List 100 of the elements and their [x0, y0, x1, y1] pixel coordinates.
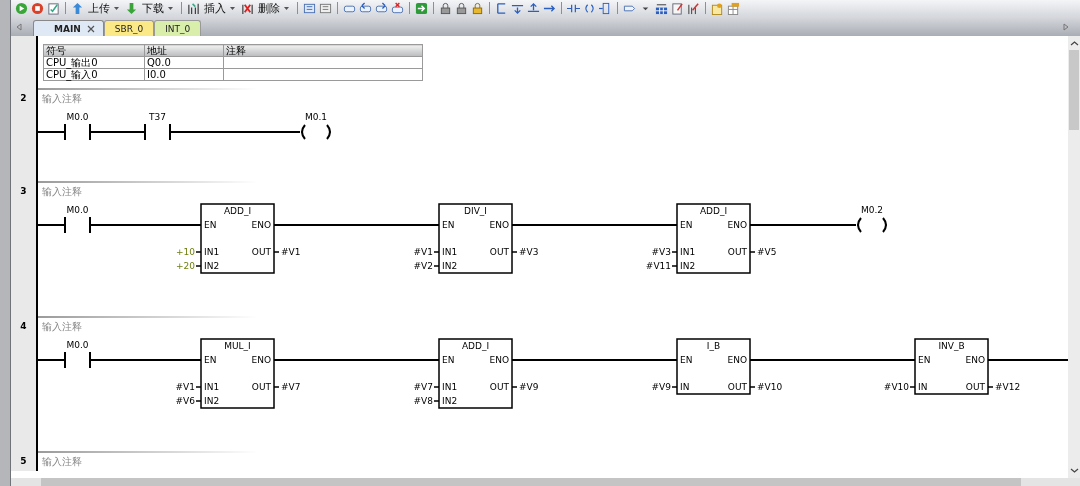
pin-label: EN: [204, 355, 217, 365]
operand-label: #V7: [413, 382, 433, 392]
lock-icon[interactable]: [455, 1, 468, 15]
operand-label: #V9: [519, 382, 539, 392]
operand-label: T37: [149, 112, 166, 122]
wire: [38, 359, 66, 361]
wire: [38, 131, 66, 133]
column-header: 符号: [43, 44, 145, 57]
database-icon[interactable]: [727, 1, 740, 15]
branch-up-icon[interactable]: [527, 1, 540, 15]
pin-line: [671, 265, 678, 267]
network-icon[interactable]: [303, 1, 316, 15]
remove-icon[interactable]: [391, 1, 404, 15]
pin-line: [433, 400, 440, 402]
toolbar-button[interactable]: 删除: [257, 0, 292, 16]
toolbar-button[interactable]: 插入: [203, 0, 238, 16]
pin-label: OUT: [727, 247, 747, 257]
run-icon[interactable]: [15, 1, 28, 15]
pin-label: OUT: [727, 382, 747, 392]
delete-icon[interactable]: [241, 1, 254, 15]
operand-label: M0.0: [66, 340, 89, 350]
forward-icon[interactable]: [375, 1, 388, 15]
contact-symbol: [144, 123, 171, 141]
network-comment[interactable]: 输入注释: [38, 453, 258, 471]
table-icon[interactable]: [655, 1, 668, 15]
table-cell: CPU_输入0: [43, 68, 145, 81]
operand-label: #V3: [519, 247, 539, 257]
network-comment[interactable]: 输入注释: [38, 183, 1068, 201]
network-comment[interactable]: 输入注释: [38, 90, 1068, 108]
pin-label: IN: [918, 382, 928, 392]
insert-icon[interactable]: [187, 1, 200, 15]
scroll-left-icon[interactable]: [15, 23, 23, 31]
up-arrow-icon[interactable]: [71, 1, 84, 15]
wire: [38, 224, 66, 226]
pin-label: ENO: [727, 220, 747, 230]
pin-label: IN2: [204, 261, 220, 271]
enter-icon[interactable]: [415, 1, 428, 15]
pin-label: IN1: [442, 247, 458, 257]
close-icon[interactable]: [86, 24, 95, 33]
coil-symbol: [857, 217, 887, 233]
pin-label: IN2: [442, 396, 458, 406]
operand-label: #V1: [281, 247, 301, 257]
pin-line: [671, 386, 678, 388]
pin-label: EN: [918, 355, 931, 365]
box-icon[interactable]: [599, 1, 612, 15]
pin-label: IN1: [680, 247, 696, 257]
pin-label: IN2: [680, 261, 696, 271]
operand-label: #V12: [995, 382, 1021, 392]
operand-label: #V10: [757, 382, 783, 392]
vertical-scrollbar[interactable]: [1068, 36, 1080, 478]
network-icon[interactable]: [319, 1, 332, 15]
toolbar-button[interactable]: 上传: [87, 0, 122, 16]
tab[interactable]: SBR_0: [103, 20, 155, 36]
back-icon[interactable]: [359, 1, 372, 15]
pin-line: [749, 251, 756, 253]
instruction-name: INV_B: [938, 341, 965, 351]
operand-label: #V8: [413, 396, 433, 406]
pin-label: ENO: [727, 355, 747, 365]
pin-line: [195, 386, 202, 388]
lock-icon[interactable]: [439, 1, 452, 15]
tab[interactable]: INT_0: [154, 20, 202, 36]
column-header: 注释: [223, 44, 423, 57]
toolbar-button[interactable]: 下载: [141, 0, 176, 16]
scroll-down-icon[interactable]: [1069, 466, 1079, 475]
pin-line: [273, 386, 280, 388]
stop-icon[interactable]: [31, 1, 44, 15]
pin-line: [273, 251, 280, 253]
branch-icon[interactable]: [495, 1, 508, 15]
pin-label: OUT: [251, 382, 271, 392]
pin-label: EN: [680, 220, 693, 230]
table-cell: CPU_输出0: [43, 56, 145, 69]
operand-label: +10: [176, 247, 195, 257]
pin-line: [511, 251, 518, 253]
network-number: 5: [20, 456, 27, 467]
column-header: 地址: [144, 44, 224, 57]
operand-label: M0.0: [66, 112, 89, 122]
operand-label: #V1: [413, 247, 433, 257]
down-arrow-icon[interactable]: [125, 1, 138, 15]
pin-label: ENO: [489, 355, 509, 365]
scroll-up-icon[interactable]: [1069, 39, 1079, 48]
network-comment[interactable]: 输入注释: [38, 318, 1068, 336]
lock-icon[interactable]: [471, 1, 484, 15]
scrollbar-thumb[interactable]: [1069, 50, 1079, 130]
pin-label: EN: [680, 355, 693, 365]
pin-label: IN: [680, 382, 690, 392]
instruction-name: DIV_I: [464, 206, 487, 216]
edit-icon[interactable]: [671, 1, 684, 15]
pin-line: [909, 386, 916, 388]
pin-line: [511, 386, 518, 388]
pin-label: OUT: [489, 247, 509, 257]
pin-label: IN1: [204, 382, 220, 392]
scroll-right-icon[interactable]: [1062, 23, 1070, 31]
pin-label: EN: [442, 220, 455, 230]
pin-line: [749, 386, 756, 388]
pin-line: [195, 400, 202, 402]
tab[interactable]: MAIN: [33, 20, 104, 36]
edit-icon[interactable]: [687, 1, 700, 15]
compile-icon[interactable]: [47, 1, 60, 15]
pin-label: IN1: [442, 382, 458, 392]
contact-symbol: [64, 123, 91, 141]
